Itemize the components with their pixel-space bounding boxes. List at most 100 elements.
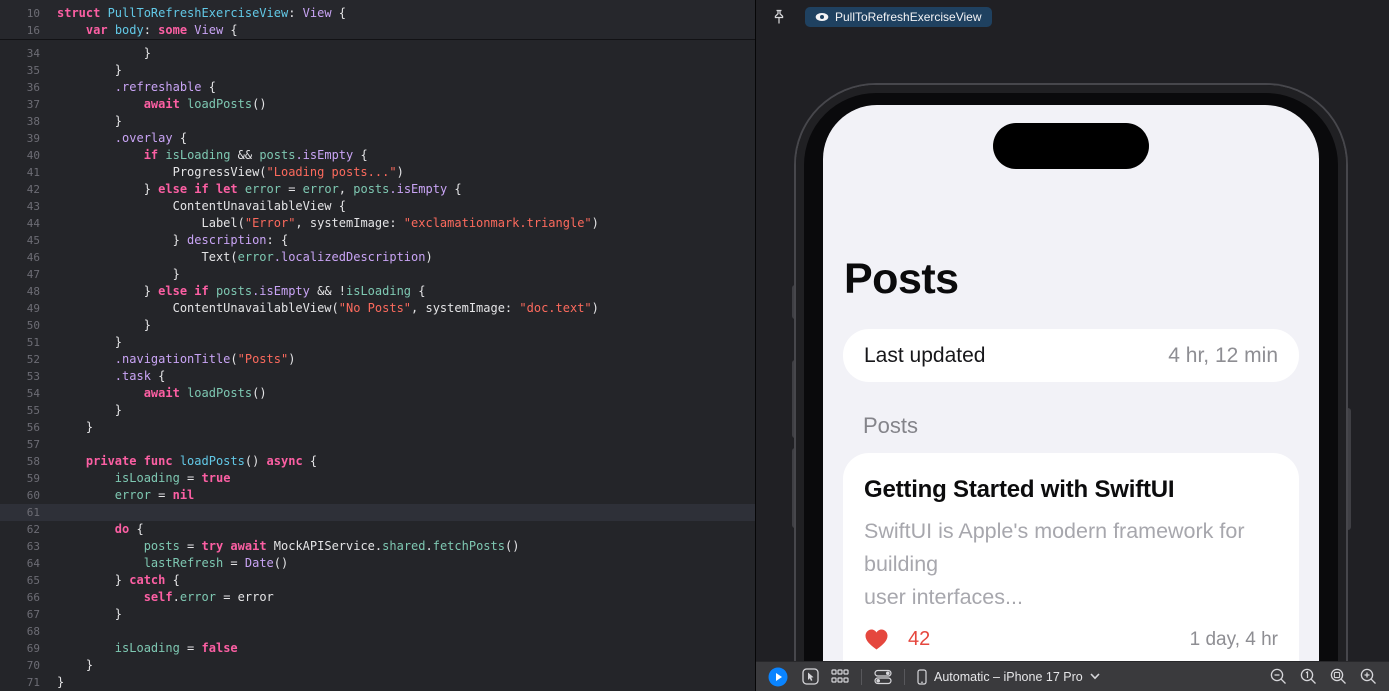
zoom-fit-button[interactable] [1330,668,1347,685]
line-number[interactable]: 41 [0,164,40,181]
code-line[interactable]: 40 if isLoading && posts.isEmpty { [0,147,755,164]
code-line[interactable]: 67 } [0,606,755,623]
code-line[interactable]: 38 } [0,113,755,130]
code-line[interactable]: 69 isLoading = false [0,640,755,657]
code-line[interactable]: 37 await loadPosts() [0,96,755,113]
code-editor[interactable]: 10struct PullToRefreshExerciseView: View… [0,0,756,691]
line-number[interactable]: 71 [0,674,40,691]
code-line[interactable]: 44 Label("Error", systemImage: "exclamat… [0,215,755,232]
line-number[interactable]: 65 [0,572,40,589]
preview-tab[interactable]: PullToRefreshExerciseView [805,7,992,27]
code-line[interactable]: 60 error = nil [0,487,755,504]
line-number[interactable]: 67 [0,606,40,623]
code-line[interactable]: 47 } [0,266,755,283]
code-line[interactable]: 34 } [0,45,755,62]
code-line[interactable]: 65 } catch { [0,572,755,589]
iphone-screen[interactable]: Posts Last updated 4 hr, 12 min Posts Ge… [823,105,1319,691]
line-number[interactable]: 42 [0,181,40,198]
post-card[interactable]: Getting Started with SwiftUI SwiftUI is … [843,453,1299,691]
line-number[interactable]: 10 [0,5,40,22]
line-number[interactable]: 59 [0,470,40,487]
zoom-out-button[interactable] [1270,668,1287,685]
line-number[interactable]: 68 [0,623,40,640]
line-number[interactable]: 66 [0,589,40,606]
line-number[interactable]: 60 [0,487,40,504]
code-line[interactable]: 64 lastRefresh = Date() [0,555,755,572]
line-number[interactable]: 63 [0,538,40,555]
line-number[interactable]: 39 [0,130,40,147]
code-line[interactable]: 56 } [0,419,755,436]
line-number[interactable]: 69 [0,640,40,657]
code-line[interactable]: 43 ContentUnavailableView { [0,198,755,215]
play-button[interactable] [768,667,788,687]
pin-icon[interactable] [769,7,789,27]
line-number[interactable]: 48 [0,283,40,300]
code-line[interactable]: 49 ContentUnavailableView("No Posts", sy… [0,300,755,317]
toolbar-separator [861,669,862,685]
code-line[interactable]: 48 } else if posts.isEmpty && !isLoading… [0,283,755,300]
code-line[interactable]: 10struct PullToRefreshExerciseView: View… [0,5,755,22]
line-number[interactable]: 47 [0,266,40,283]
line-number[interactable]: 58 [0,453,40,470]
line-number[interactable]: 50 [0,317,40,334]
code-line[interactable]: 59 isLoading = true [0,470,755,487]
line-number[interactable]: 36 [0,79,40,96]
last-updated-card[interactable]: Last updated 4 hr, 12 min [843,329,1299,382]
line-number[interactable]: 16 [0,22,40,39]
line-number[interactable]: 53 [0,368,40,385]
line-number[interactable]: 52 [0,351,40,368]
line-number[interactable]: 37 [0,96,40,113]
line-number[interactable]: 40 [0,147,40,164]
code-line[interactable]: 61 [0,504,755,521]
code-line[interactable]: 36 .refreshable { [0,79,755,96]
line-number[interactable]: 64 [0,555,40,572]
line-number[interactable]: 34 [0,45,40,62]
line-number[interactable]: 49 [0,300,40,317]
code-line[interactable]: 63 posts = try await MockAPIService.shar… [0,538,755,555]
line-number[interactable]: 46 [0,249,40,266]
code-line[interactable]: 57 [0,436,755,453]
code-line[interactable]: 46 Text(error.localizedDescription) [0,249,755,266]
preview-canvas: PullToRefreshExerciseView Posts Last upd… [756,0,1389,691]
line-number[interactable]: 43 [0,198,40,215]
preview-canvas-topbar: PullToRefreshExerciseView [756,0,1389,32]
code-line[interactable]: 58 private func loadPosts() async { [0,453,755,470]
device-settings-button[interactable] [874,669,892,685]
line-number[interactable]: 45 [0,232,40,249]
line-number[interactable]: 51 [0,334,40,351]
line-number[interactable]: 70 [0,657,40,674]
line-number[interactable]: 62 [0,521,40,538]
device-picker[interactable]: Automatic – iPhone 17 Pro [917,669,1100,685]
line-number[interactable]: 57 [0,436,40,453]
code-line[interactable]: 51 } [0,334,755,351]
xcode-window: { "editor": { "sticky_lines": [ {"n":"10… [0,0,1389,691]
zoom-100-button[interactable] [1300,668,1317,685]
code-line[interactable]: 35 } [0,62,755,79]
line-number[interactable]: 61 [0,504,40,521]
line-number[interactable]: 54 [0,385,40,402]
code-line[interactable]: 45 } description: { [0,232,755,249]
zoom-in-button[interactable] [1360,668,1377,685]
line-number[interactable]: 38 [0,113,40,130]
code-line[interactable]: 54 await loadPosts() [0,385,755,402]
code-line[interactable]: 53 .task { [0,368,755,385]
code-line[interactable]: 66 self.error = error [0,589,755,606]
code-line[interactable]: 71} [0,674,755,691]
code-line[interactable]: 41 ProgressView("Loading posts...") [0,164,755,181]
code-line[interactable]: 55 } [0,402,755,419]
heart-icon[interactable] [864,628,889,651]
line-number[interactable]: 35 [0,62,40,79]
code-line[interactable]: 16 var body: some View { [0,22,755,39]
code-line[interactable]: 52 .navigationTitle("Posts") [0,351,755,368]
code-line[interactable]: 68 [0,623,755,640]
line-number[interactable]: 44 [0,215,40,232]
code-line[interactable]: 62 do { [0,521,755,538]
variants-button[interactable] [831,669,849,684]
code-line[interactable]: 70 } [0,657,755,674]
line-number[interactable]: 55 [0,402,40,419]
code-line[interactable]: 42 } else if let error = error, posts.is… [0,181,755,198]
line-number[interactable]: 56 [0,419,40,436]
select-mode-button[interactable] [802,668,819,685]
code-line[interactable]: 50 } [0,317,755,334]
code-line[interactable]: 39 .overlay { [0,130,755,147]
